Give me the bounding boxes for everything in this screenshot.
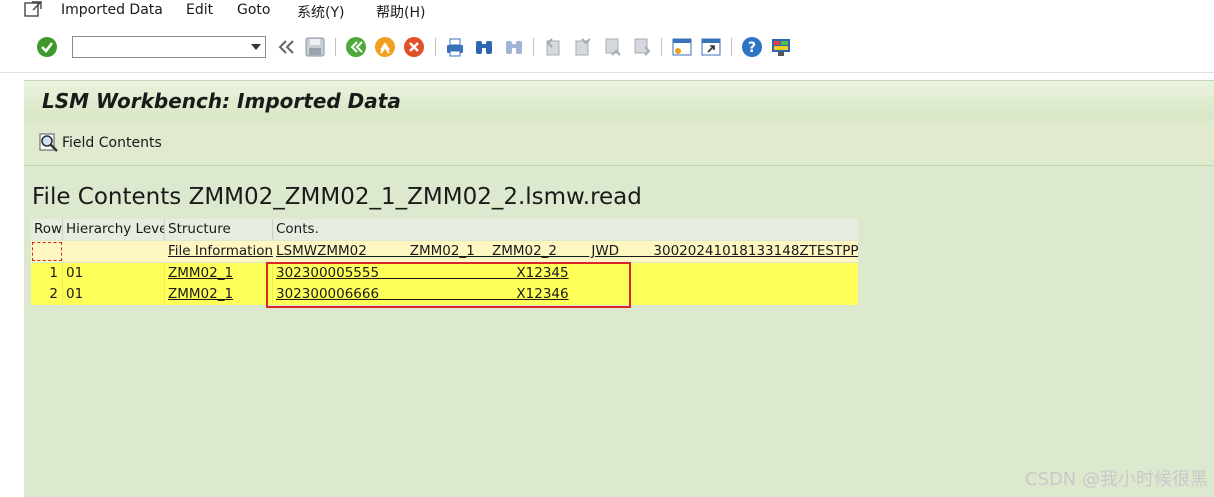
first-page-icon[interactable] [543,36,565,58]
print-icon[interactable] [444,36,466,58]
system-menu-icon[interactable] [24,1,44,18]
next-page-icon[interactable] [602,36,624,58]
menu-goto[interactable]: Goto [237,2,270,18]
last-page-icon[interactable] [631,36,653,58]
page-heading: File Contents ZMM02_ZMM02_1_ZMM02_2.lsmw… [32,184,642,210]
cell-level [63,241,165,262]
toolbar-separator [661,38,662,56]
field-contents-icon [39,133,58,152]
previous-page-icon[interactable] [572,36,594,58]
double-chevron-left-icon[interactable] [276,36,298,58]
find-icon[interactable] [473,36,495,58]
column-header-structure[interactable]: Structure [165,219,273,240]
exit-icon[interactable] [374,36,396,58]
save-icon[interactable] [304,36,326,58]
cell-conts-link[interactable]: LSMWZMM02 ZMM02_1 ZMM02_2 JWD 3002024101… [273,241,858,262]
toolbar-separator [731,38,732,56]
menu-system[interactable]: 系统(Y) [297,2,344,22]
cell-row: 1 [31,263,63,284]
find-next-icon[interactable] [503,36,525,58]
menu-edit[interactable]: Edit [186,2,213,18]
toolbar-separator [533,38,534,56]
customize-layout-icon[interactable] [770,36,792,58]
create-shortcut-icon[interactable] [700,36,722,58]
column-header-conts[interactable]: Conts. [273,219,858,240]
menu-help[interactable]: 帮助(H) [376,2,425,22]
cell-structure-link[interactable]: ZMM02_1 [165,263,273,284]
back-icon[interactable] [345,36,367,58]
command-field[interactable] [72,36,266,58]
field-contents-label: Field Contents [62,135,162,151]
table-header-row: Row Hierarchy Level Structure Conts. [31,219,858,240]
annotation-highlight-box [266,262,631,308]
column-header-row[interactable]: Row [31,219,63,240]
field-contents-button[interactable]: Field Contents [38,131,162,155]
column-header-hierarchy-level[interactable]: Hierarchy Level [63,219,165,240]
toolbar-separator [435,38,436,56]
cell-level: 01 [63,284,165,305]
cell-level: 01 [63,263,165,284]
menu-imported-data[interactable]: Imported Data [61,2,163,18]
new-session-icon[interactable] [671,36,693,58]
svg-text:?: ? [748,40,756,56]
enter-check-icon[interactable] [36,36,58,58]
cell-row: 2 [31,284,63,305]
help-icon[interactable]: ? [741,36,763,58]
title-bar: LSM Workbench: Imported Data [24,80,1214,122]
watermark: CSDN @我小时候很黑 [1024,469,1208,490]
menu-bar: Imported Data Edit Goto 系统(Y) 帮助(H) [0,0,1214,22]
screen-title: LSM Workbench: Imported Data [42,89,401,113]
cell-selection-marker [32,242,62,261]
chevron-down-icon[interactable] [251,44,261,50]
cancel-icon[interactable] [403,36,425,58]
application-toolbar: Field Contents [24,121,1214,166]
toolbar-separator [335,38,336,56]
cell-structure-link[interactable]: File Information [165,241,273,262]
standard-toolbar: ? [0,22,1214,73]
table-row-file-information: File Information LSMWZMM02 ZMM02_1 ZMM02… [31,241,858,262]
cell-structure-link[interactable]: ZMM02_1 [165,284,273,305]
